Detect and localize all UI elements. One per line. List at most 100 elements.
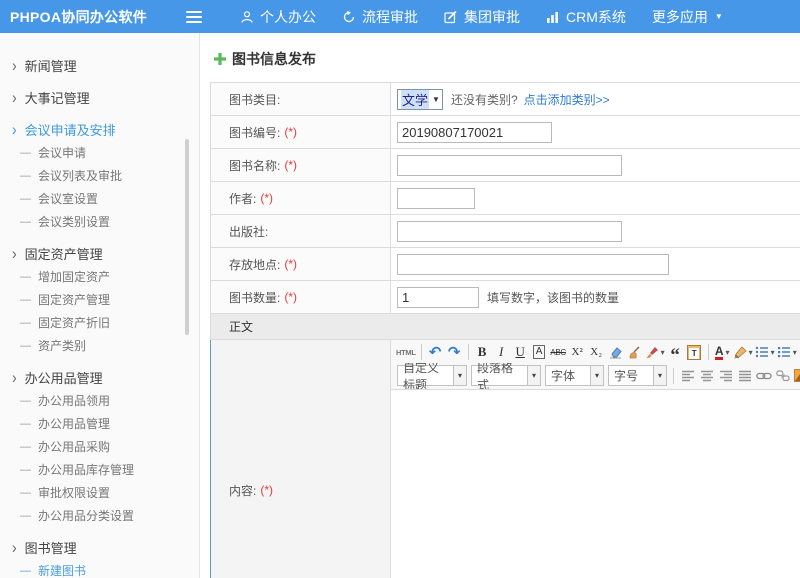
underline-button[interactable]: U <box>512 342 529 362</box>
nav-label: 个人办公 <box>260 7 316 27</box>
add-category-link[interactable]: 点击添加类别>> <box>524 91 610 108</box>
category-selected-value: 文学 <box>401 90 429 109</box>
ordered-list-button[interactable]: ▾ <box>755 342 775 362</box>
sidebar-item-9[interactable]: —固定资产管理 <box>0 288 199 311</box>
superscript-button[interactable]: X² <box>569 342 586 362</box>
sidebar-item-3[interactable]: —会议申请 <box>0 141 199 164</box>
publisher-input[interactable] <box>397 221 622 242</box>
font-family-select[interactable]: 字体 ▾ <box>545 365 604 386</box>
toolbar-separator <box>708 344 709 360</box>
ordered-list-icon <box>755 346 769 358</box>
unlink-icon <box>776 370 790 382</box>
sidebar-item-13[interactable]: —办公用品领用 <box>0 389 199 412</box>
strikethrough-button[interactable]: ABC <box>550 342 567 362</box>
font-size-select[interactable]: 字号 ▾ <box>608 365 667 386</box>
form-row-content: 内容:(*) HTML ↶ ↷ B I U A <box>210 340 800 578</box>
dash-icon: — <box>20 271 31 283</box>
highlight-color-button[interactable]: ▾ <box>733 342 753 362</box>
format-painter-button[interactable]: ▾ <box>645 342 665 362</box>
sidebar-item-20[interactable]: —新建图书 <box>0 559 199 578</box>
book-no-input[interactable] <box>397 122 552 143</box>
sidebar-section-2[interactable]: ›会议申请及安排 <box>0 117 199 141</box>
nav-more-apps[interactable]: 更多应用 ▼ <box>652 7 723 27</box>
eraser-button[interactable] <box>607 342 624 362</box>
sidebar-label: 固定资产管理 <box>25 244 103 263</box>
sidebar-label: 资产类别 <box>38 337 86 354</box>
link-button[interactable] <box>755 366 772 386</box>
publisher-label: 出版社: <box>229 223 268 240</box>
chevron-down-icon: ▾ <box>590 366 603 385</box>
clear-format-button[interactable] <box>626 342 643 362</box>
sidebar-item-5[interactable]: —会议室设置 <box>0 187 199 210</box>
app-logo: PHPOA协同办公软件 <box>0 7 172 27</box>
sidebar: ›新闻管理›大事记管理›会议申请及安排—会议申请—会议列表及审批—会议室设置—会… <box>0 33 200 578</box>
body-section-header: 正文 <box>211 314 800 340</box>
align-justify-button[interactable] <box>736 366 753 386</box>
nav-group-approval[interactable]: 集团审批 <box>444 7 520 27</box>
undo-button[interactable]: ↶ <box>427 342 444 362</box>
hamburger-menu-icon[interactable] <box>186 11 202 23</box>
sidebar-item-18[interactable]: —办公用品分类设置 <box>0 504 199 527</box>
subscript-button[interactable]: X₂ <box>588 342 605 362</box>
html-source-button[interactable]: HTML <box>396 342 416 362</box>
chevron-down-icon: ▾ <box>653 366 666 385</box>
location-input[interactable] <box>397 254 669 275</box>
sidebar-item-16[interactable]: —办公用品库存管理 <box>0 458 199 481</box>
sidebar-item-14[interactable]: —办公用品管理 <box>0 412 199 435</box>
unordered-list-button[interactable]: ▾ <box>777 342 797 362</box>
custom-heading-select[interactable]: 自定义标题 ▾ <box>397 365 467 386</box>
nav-personal-office[interactable]: 个人办公 <box>240 7 316 27</box>
sidebar-label: 会议申请及安排 <box>25 120 116 139</box>
paste-word-button[interactable]: T <box>686 342 703 362</box>
dash-icon: — <box>20 216 31 228</box>
blockquote-button[interactable]: “ <box>667 342 684 362</box>
chevron-down-icon: ▾ <box>771 348 775 357</box>
form-row-quantity: 图书数量:(*) 填写数字，该图书的数量 <box>211 281 800 314</box>
sidebar-scrollbar[interactable] <box>185 139 189 335</box>
sidebar-item-11[interactable]: — 资产类别 <box>0 334 199 357</box>
paragraph-format-select[interactable]: 段落格式 ▾ <box>471 365 541 386</box>
author-input[interactable] <box>397 188 475 209</box>
chevron-right-icon: › <box>12 243 17 262</box>
required-mark: (*) <box>284 290 297 304</box>
image-button[interactable] <box>793 366 800 386</box>
sidebar-section-0[interactable]: ›新闻管理 <box>0 53 199 77</box>
sidebar-item-15[interactable]: —办公用品采购 <box>0 435 199 458</box>
redo-button[interactable]: ↷ <box>446 342 463 362</box>
chevron-down-icon: ▾ <box>527 366 540 385</box>
sidebar-item-6[interactable]: —会议类别设置 <box>0 210 199 233</box>
sidebar-section-7[interactable]: › 固定资产管理 <box>0 241 199 265</box>
sidebar-section-19[interactable]: ›图书管理 <box>0 535 199 559</box>
chevron-right-icon: › <box>12 367 17 386</box>
bold-button[interactable]: B <box>474 342 491 362</box>
font-color-button[interactable]: A ▾ <box>714 342 731 362</box>
book-name-input[interactable] <box>397 155 622 176</box>
quantity-input[interactable] <box>397 287 479 308</box>
align-right-button[interactable] <box>717 366 734 386</box>
italic-button[interactable]: I <box>493 342 510 362</box>
align-left-button[interactable] <box>679 366 696 386</box>
toolbar-separator <box>673 368 674 384</box>
nav-crm-system[interactable]: CRM系统 <box>546 7 626 27</box>
dash-icon: — <box>20 340 31 352</box>
chart-icon <box>546 10 560 24</box>
sidebar-section-12[interactable]: ›办公用品管理 <box>0 365 199 389</box>
sidebar-item-4[interactable]: —会议列表及审批 <box>0 164 199 187</box>
sidebar-item-10[interactable]: —固定资产折旧 <box>0 311 199 334</box>
book-no-label: 图书编号: <box>229 124 280 141</box>
font-border-button[interactable]: A <box>533 345 546 359</box>
form-row-book-no: 图书编号:(*) <box>211 116 800 149</box>
sidebar-label: 固定资产管理 <box>38 291 110 308</box>
unlink-button[interactable] <box>774 366 791 386</box>
topbar: PHPOA协同办公软件 个人办公 流程审批 <box>0 0 800 33</box>
sidebar-section-1[interactable]: ›大事记管理 <box>0 85 199 109</box>
nav-workflow-approval[interactable]: 流程审批 <box>342 7 418 27</box>
sidebar-item-8[interactable]: —增加固定资产 <box>0 265 199 288</box>
category-select[interactable]: 文学 ▼ <box>397 89 443 110</box>
align-right-icon <box>719 370 733 382</box>
align-center-button[interactable] <box>698 366 715 386</box>
app-window: PHPOA协同办公软件 个人办公 流程审批 <box>0 0 800 578</box>
sidebar-item-17[interactable]: —审批权限设置 <box>0 481 199 504</box>
editor-content-area[interactable] <box>391 390 800 578</box>
user-icon <box>240 10 254 24</box>
